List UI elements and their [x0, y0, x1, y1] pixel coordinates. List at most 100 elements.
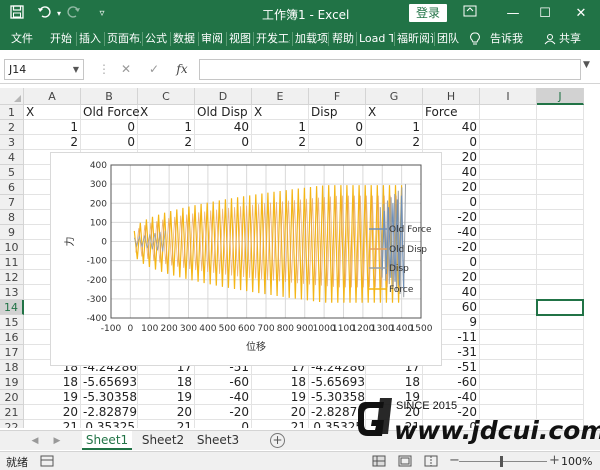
cell[interactable]: 18 [138, 375, 195, 390]
tab-load-test[interactable]: Load Test [359, 28, 393, 50]
cell[interactable]: 40 [423, 120, 480, 135]
cell[interactable]: -5.65693 [309, 375, 366, 390]
tab-developer[interactable]: 开发工具 [256, 28, 290, 50]
cell[interactable]: X [252, 105, 309, 120]
cell[interactable] [537, 270, 584, 285]
save-icon[interactable] [8, 5, 26, 23]
cell[interactable]: -2.82879 [81, 405, 138, 420]
cell[interactable] [537, 375, 584, 390]
row-header[interactable]: 6 [0, 180, 24, 195]
tab-team[interactable]: 团队 [437, 28, 459, 50]
sheet-tab-sheet3[interactable]: Sheet3 [193, 431, 243, 450]
share-button[interactable]: 共享 [559, 28, 581, 50]
cancel-icon[interactable]: ✕ [118, 61, 134, 77]
cell[interactable] [480, 300, 537, 315]
tab-review[interactable]: 审阅 [201, 28, 223, 50]
cell[interactable] [537, 195, 584, 210]
cell[interactable] [480, 210, 537, 225]
row-header[interactable]: 1 [0, 105, 24, 120]
tab-help[interactable]: 帮助 [332, 28, 354, 50]
cell[interactable]: 21 [138, 420, 195, 428]
cell[interactable]: Force [423, 105, 480, 120]
row-header[interactable]: 17 [0, 345, 24, 360]
cell[interactable]: X [138, 105, 195, 120]
customize-toolbar-icon[interactable]: ▿ [93, 5, 111, 23]
cell[interactable] [537, 360, 584, 375]
tab-file[interactable]: 文件 [11, 28, 33, 50]
cell[interactable]: 18 [366, 375, 423, 390]
row-header[interactable]: 3 [0, 135, 24, 150]
row-header[interactable]: 21 [0, 405, 24, 420]
row-header[interactable]: 15 [0, 315, 24, 330]
more-options-icon[interactable]: ⋮ [96, 61, 112, 77]
cell[interactable]: 19 [252, 390, 309, 405]
row-header[interactable]: 22 [0, 420, 24, 428]
cell[interactable]: 19 [138, 390, 195, 405]
cell[interactable]: -40 [195, 390, 252, 405]
formula-input[interactable] [199, 59, 581, 80]
cell[interactable]: 0 [309, 120, 366, 135]
cell[interactable]: 20 [24, 405, 81, 420]
row-header[interactable]: 14 [0, 300, 24, 315]
cell[interactable]: -60 [423, 375, 480, 390]
cell[interactable] [480, 285, 537, 300]
cell[interactable]: 21 [24, 420, 81, 428]
row-header[interactable]: 13 [0, 285, 24, 300]
column-header-h[interactable]: H [423, 88, 480, 105]
sheet-tab-sheet1[interactable]: Sheet1 [82, 431, 132, 450]
row-header[interactable]: 19 [0, 375, 24, 390]
cell[interactable]: 2 [24, 135, 81, 150]
cell[interactable] [537, 165, 584, 180]
expand-formula-bar-icon[interactable]: ▼ [583, 60, 590, 70]
next-sheet-icon[interactable]: ▶ [50, 434, 64, 448]
cell[interactable]: 1 [366, 120, 423, 135]
cell[interactable]: 1 [24, 120, 81, 135]
sheet-tab-sheet2[interactable]: Sheet2 [138, 431, 188, 450]
cell[interactable]: 18 [24, 375, 81, 390]
tab-view[interactable]: 视图 [229, 28, 251, 50]
column-header-i[interactable]: I [480, 88, 537, 105]
row-header[interactable]: 10 [0, 240, 24, 255]
tab-page-layout[interactable]: 页面布局 [107, 28, 141, 50]
tell-me-button[interactable]: 告诉我 [490, 28, 523, 50]
normal-view-icon[interactable] [372, 455, 386, 468]
lightbulb-icon[interactable] [470, 28, 480, 50]
cell[interactable] [480, 195, 537, 210]
row-header[interactable]: 12 [0, 270, 24, 285]
zoom-slider-thumb[interactable] [500, 456, 503, 467]
column-header-b[interactable]: B [81, 88, 138, 105]
cell[interactable] [480, 375, 537, 390]
row-header[interactable]: 7 [0, 195, 24, 210]
cell[interactable] [537, 240, 584, 255]
cell[interactable]: -60 [195, 375, 252, 390]
cell[interactable] [537, 135, 584, 150]
column-header-f[interactable]: F [309, 88, 366, 105]
cell[interactable]: 0.35325 [81, 420, 138, 428]
cell[interactable]: 0 [309, 135, 366, 150]
zoom-level[interactable]: 100% [561, 455, 592, 468]
cell[interactable] [537, 120, 584, 135]
cell[interactable] [537, 345, 584, 360]
cell[interactable]: Old Force [81, 105, 140, 120]
cell[interactable] [480, 270, 537, 285]
cell[interactable]: -5.65693 [81, 375, 138, 390]
cell[interactable] [537, 315, 584, 330]
cell[interactable] [480, 150, 537, 165]
enter-icon[interactable]: ✓ [146, 61, 162, 77]
name-box[interactable]: J14 ▼ [4, 59, 84, 80]
cell[interactable]: Disp [309, 105, 366, 120]
cell[interactable] [480, 180, 537, 195]
maximize-icon[interactable]: ☐ [534, 4, 556, 24]
row-header[interactable]: 5 [0, 165, 24, 180]
select-all-corner[interactable] [0, 88, 24, 105]
cell[interactable] [537, 150, 584, 165]
cell[interactable]: 19 [24, 390, 81, 405]
cell[interactable]: 0 [423, 135, 480, 150]
minimize-icon[interactable]: — [502, 4, 524, 24]
cell[interactable]: 0 [195, 420, 252, 428]
cell[interactable] [537, 180, 584, 195]
column-header-d[interactable]: D [195, 88, 252, 105]
tab-home[interactable]: 开始 [50, 28, 72, 50]
row-header[interactable]: 16 [0, 330, 24, 345]
cell[interactable]: -5.30358 [81, 390, 138, 405]
